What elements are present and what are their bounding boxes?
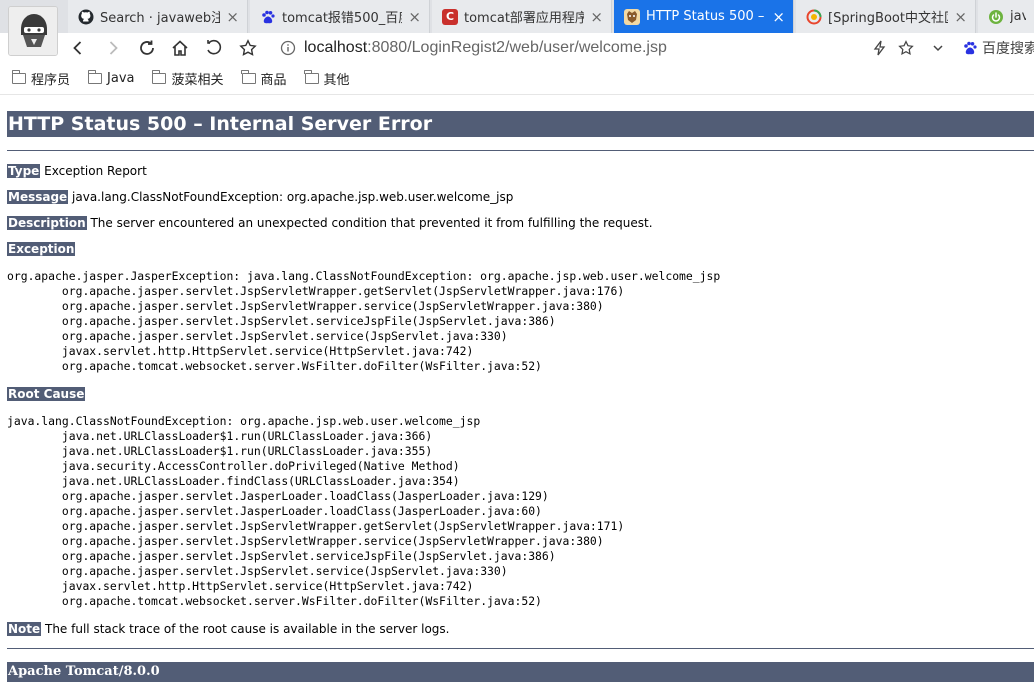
close-icon[interactable]: × [954,8,967,26]
springboot-community-icon [806,9,822,25]
note-value: The full stack trace of the root cause i… [45,622,450,636]
folder-icon [87,70,103,84]
close-icon[interactable]: × [590,8,603,26]
bookmark-folder-products[interactable]: 商品 [241,69,287,88]
exception-stack-trace: org.apache.jasper.JasperException: java.… [7,269,721,373]
tab-spring[interactable]: java [978,0,1034,33]
tab-baidu-search[interactable]: tomcat报错500_百度搜索 × [250,0,430,33]
exception-heading: Exception [7,241,76,257]
page-title: HTTP Status 500 – Internal Server Error [7,111,1034,137]
github-icon [78,9,94,25]
tab-github-search[interactable]: Search · javaweb注册 × [68,0,248,33]
bookmark-label: Java [107,71,135,86]
browser-toolbar: localhost:8080/LoginRegist2/web/user/wel… [0,33,1034,63]
spring-icon [988,9,1004,25]
chevron-down-icon[interactable] [928,36,948,60]
close-icon[interactable]: × [408,8,421,26]
folder-icon [241,70,256,84]
divider [7,150,1034,151]
bookmark-folder-spinach[interactable]: 菠菜相关 [151,69,224,88]
bookmark-folder-programmer[interactable]: 程序员 [11,69,71,88]
root-cause-stack-trace: java.lang.ClassNotFoundException: org.ap… [7,414,625,608]
url-host: localhost [304,39,368,56]
description-value: The server encountered an unexpected con… [90,216,653,230]
exception-label: Exception [7,242,76,256]
close-icon[interactable]: × [226,8,239,26]
tab-title: HTTP Status 500 – Internal Server Error [646,9,766,24]
folder-icon [151,70,167,84]
bookmark-label: 其他 [323,73,350,88]
tomcat-icon [624,8,640,25]
type-value: Exception Report [44,164,147,178]
tab-springboot-community[interactable]: [SpringBoot中文社区] × [796,0,976,33]
bookmark-star-icon[interactable] [236,36,260,60]
divider [7,648,1034,649]
baidu-paw-icon [962,40,978,56]
tab-title: [SpringBoot中文社区] [828,11,948,26]
message-label: Message [7,190,69,204]
root-cause-heading: Root Cause [7,386,86,402]
tab-csdn[interactable]: C tomcat部署应用程序时 × [432,0,612,33]
message-value: java.lang.ClassNotFoundException: org.ap… [72,190,514,204]
server-version-footer: Apache Tomcat/8.0.0 [7,662,1034,682]
address-bar[interactable]: localhost:8080/LoginRegist2/web/user/wel… [280,35,860,61]
tab-title: java [1010,9,1026,24]
bookmark-label: 菠菜相关 [171,73,224,88]
url-path: :8080/LoginRegist2/web/user/welcome.jsp [367,39,667,56]
description-row: Description The server encountered an un… [7,215,653,231]
baidu-paw-icon [260,9,276,25]
info-icon[interactable] [280,40,296,56]
type-row: Type Exception Report [7,163,147,179]
bookmark-folder-java[interactable]: Java [87,70,135,86]
type-label: Type [7,164,41,178]
avatar[interactable] [8,6,58,56]
bookmark-folder-other[interactable]: 其他 [304,69,350,88]
csdn-icon: C [442,8,458,25]
home-icon[interactable] [168,36,192,60]
tab-strip: Search · javaweb注册 × tomcat报错500_百度搜索 × … [0,0,1034,33]
folder-icon [11,70,26,84]
tab-title: Search · javaweb注册 [100,11,221,26]
search-engine-label: 百度搜索 [982,41,1034,57]
folder-icon [304,70,319,84]
note-row: Note The full stack trace of the root ca… [7,621,449,637]
bookmark-label: 商品 [260,73,287,88]
bookmarks-bar: 程序员 Java 菠菜相关 商品 其他 [0,63,1034,95]
forward-icon[interactable] [101,36,125,60]
tab-title: tomcat部署应用程序时 [464,11,585,26]
close-icon[interactable]: × [772,8,785,26]
undo-icon[interactable] [202,36,226,60]
message-row: Message java.lang.ClassNotFoundException… [7,189,513,205]
error-page: HTTP Status 500 – Internal Server Error … [0,95,1034,698]
tab-title: tomcat报错500_百度搜索 [282,11,402,26]
tab-http-status-500[interactable]: HTTP Status 500 – Internal Server Error … [614,0,794,33]
description-label: Description [7,216,87,230]
root-cause-label: Root Cause [7,387,86,401]
note-label: Note [7,622,42,636]
search-engine-selector[interactable]: 百度搜索 [962,36,1034,60]
favorite-star-icon[interactable] [896,36,916,60]
lightning-icon[interactable] [870,36,890,60]
back-icon[interactable] [66,36,90,60]
reload-icon[interactable] [135,36,159,60]
bookmark-label: 程序员 [31,73,71,88]
